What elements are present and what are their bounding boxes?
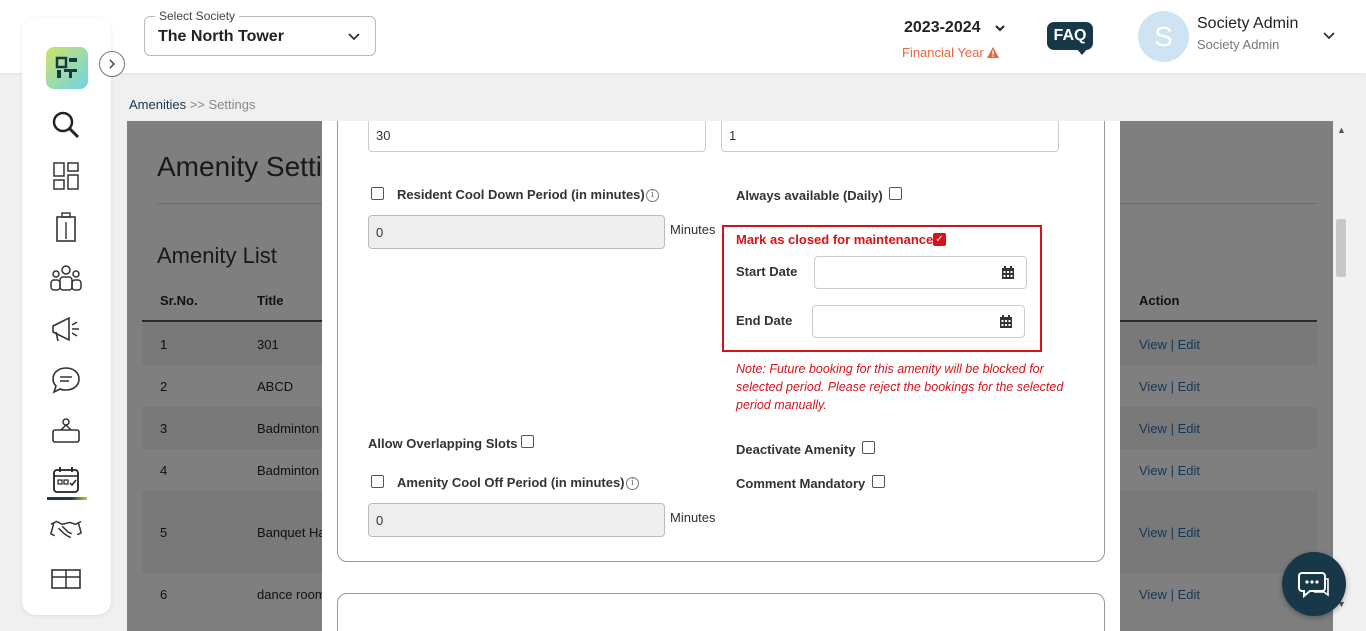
chat-icon — [1298, 572, 1329, 599]
resident-cooldown-checkbox[interactable] — [371, 187, 384, 200]
handshake-icon[interactable] — [49, 513, 83, 547]
avatar[interactable]: S — [1138, 11, 1189, 62]
info-icon[interactable]: i — [646, 189, 659, 202]
calendar-icon — [1001, 266, 1014, 279]
start-date-calendar-button[interactable] — [989, 256, 1027, 289]
announcement-icon[interactable] — [49, 312, 83, 346]
always-available-checkbox[interactable] — [889, 187, 902, 200]
allow-overlap-checkbox[interactable] — [521, 435, 534, 448]
maintenance-label: Mark as closed for maintenance — [736, 232, 934, 247]
chat-icon[interactable] — [49, 363, 83, 397]
chevron-down-icon — [347, 29, 361, 48]
chevron-down-icon[interactable] — [993, 21, 1007, 40]
sidebar-toggle-button[interactable] — [99, 51, 125, 77]
cooloff-unit: Minutes — [670, 510, 716, 525]
sidebar — [22, 17, 111, 615]
calendar-icon[interactable] — [49, 463, 83, 497]
maintenance-note: Note: Future booking for this amenity wi… — [736, 362, 1064, 412]
calendar-icon — [999, 315, 1012, 328]
chat-support-button[interactable] — [1282, 552, 1346, 616]
comment-mandatory-checkbox[interactable] — [872, 475, 885, 488]
building-icon[interactable] — [49, 210, 83, 244]
breadcrumb: Amenities >> Settings — [129, 97, 256, 112]
cooloff-checkbox[interactable] — [371, 475, 384, 488]
always-available-label: Always available (Daily) — [736, 188, 883, 203]
facility-icon[interactable] — [49, 414, 83, 448]
amenity-settings-modal: 30 1 Resident Cool Down Period (in minut… — [322, 121, 1120, 631]
faq-button[interactable]: FAQ — [1047, 22, 1093, 50]
end-date-input[interactable] — [812, 305, 988, 338]
page-scrollbar[interactable]: ▲ ▼ — [1333, 121, 1349, 616]
society-select-label: Select Society — [155, 9, 240, 23]
financial-year-label: Financial Year — [902, 45, 1000, 60]
sidebar-active-indicator — [47, 497, 87, 500]
cooloff-input[interactable]: 0 — [368, 503, 665, 537]
breadcrumb-amenities-link[interactable]: Amenities — [129, 97, 186, 112]
app-logo[interactable] — [46, 47, 88, 89]
dashboard-icon[interactable] — [49, 159, 83, 193]
scroll-up-arrow-icon[interactable]: ▲ — [1337, 125, 1346, 135]
end-date-calendar-button[interactable] — [987, 305, 1025, 338]
chevron-down-icon[interactable] — [1322, 29, 1336, 48]
comment-mandatory-label: Comment Mandatory — [736, 476, 866, 491]
society-select-value: The North Tower — [158, 28, 284, 45]
resident-cooldown-label: Resident Cool Down Period (in minutes) — [397, 187, 645, 202]
resident-cooldown-input[interactable]: 0 — [368, 215, 665, 249]
start-date-label: Start Date — [736, 264, 798, 279]
deactivate-amenity-label: Deactivate Amenity — [736, 442, 856, 457]
cooloff-label: Amenity Cool Off Period (in minutes) — [397, 475, 625, 490]
financial-year-select[interactable]: 2023-2024 — [904, 19, 981, 37]
warning-icon — [987, 47, 1000, 58]
top-left-number-input[interactable]: 30 — [368, 121, 706, 152]
scroll-thumb[interactable] — [1336, 219, 1346, 277]
user-name: Society Admin — [1197, 15, 1299, 32]
start-date-input[interactable] — [814, 256, 990, 289]
society-select[interactable]: Select Society The North Tower — [144, 9, 376, 56]
maintenance-checkbox[interactable]: ✓ — [933, 233, 946, 246]
faq-bubble-tail — [1076, 48, 1088, 55]
breadcrumb-current: Settings — [208, 97, 256, 112]
user-role: Society Admin — [1197, 37, 1280, 52]
top-header: Select Society The North Tower 2023-2024… — [0, 0, 1366, 73]
end-date-label: End Date — [736, 313, 793, 328]
residents-icon[interactable] — [49, 261, 83, 295]
next-settings-card — [337, 593, 1105, 631]
storage-icon[interactable] — [49, 562, 83, 596]
allow-overlap-label: Allow Overlapping Slots — [368, 436, 518, 451]
breadcrumb-separator: >> — [189, 97, 205, 112]
top-right-number-input[interactable]: 1 — [721, 121, 1059, 152]
chevron-right-icon — [109, 59, 116, 69]
search-icon[interactable] — [49, 108, 83, 142]
info-icon[interactable]: i — [626, 477, 639, 490]
resident-cooldown-unit: Minutes — [670, 222, 716, 237]
deactivate-amenity-checkbox[interactable] — [862, 441, 875, 454]
